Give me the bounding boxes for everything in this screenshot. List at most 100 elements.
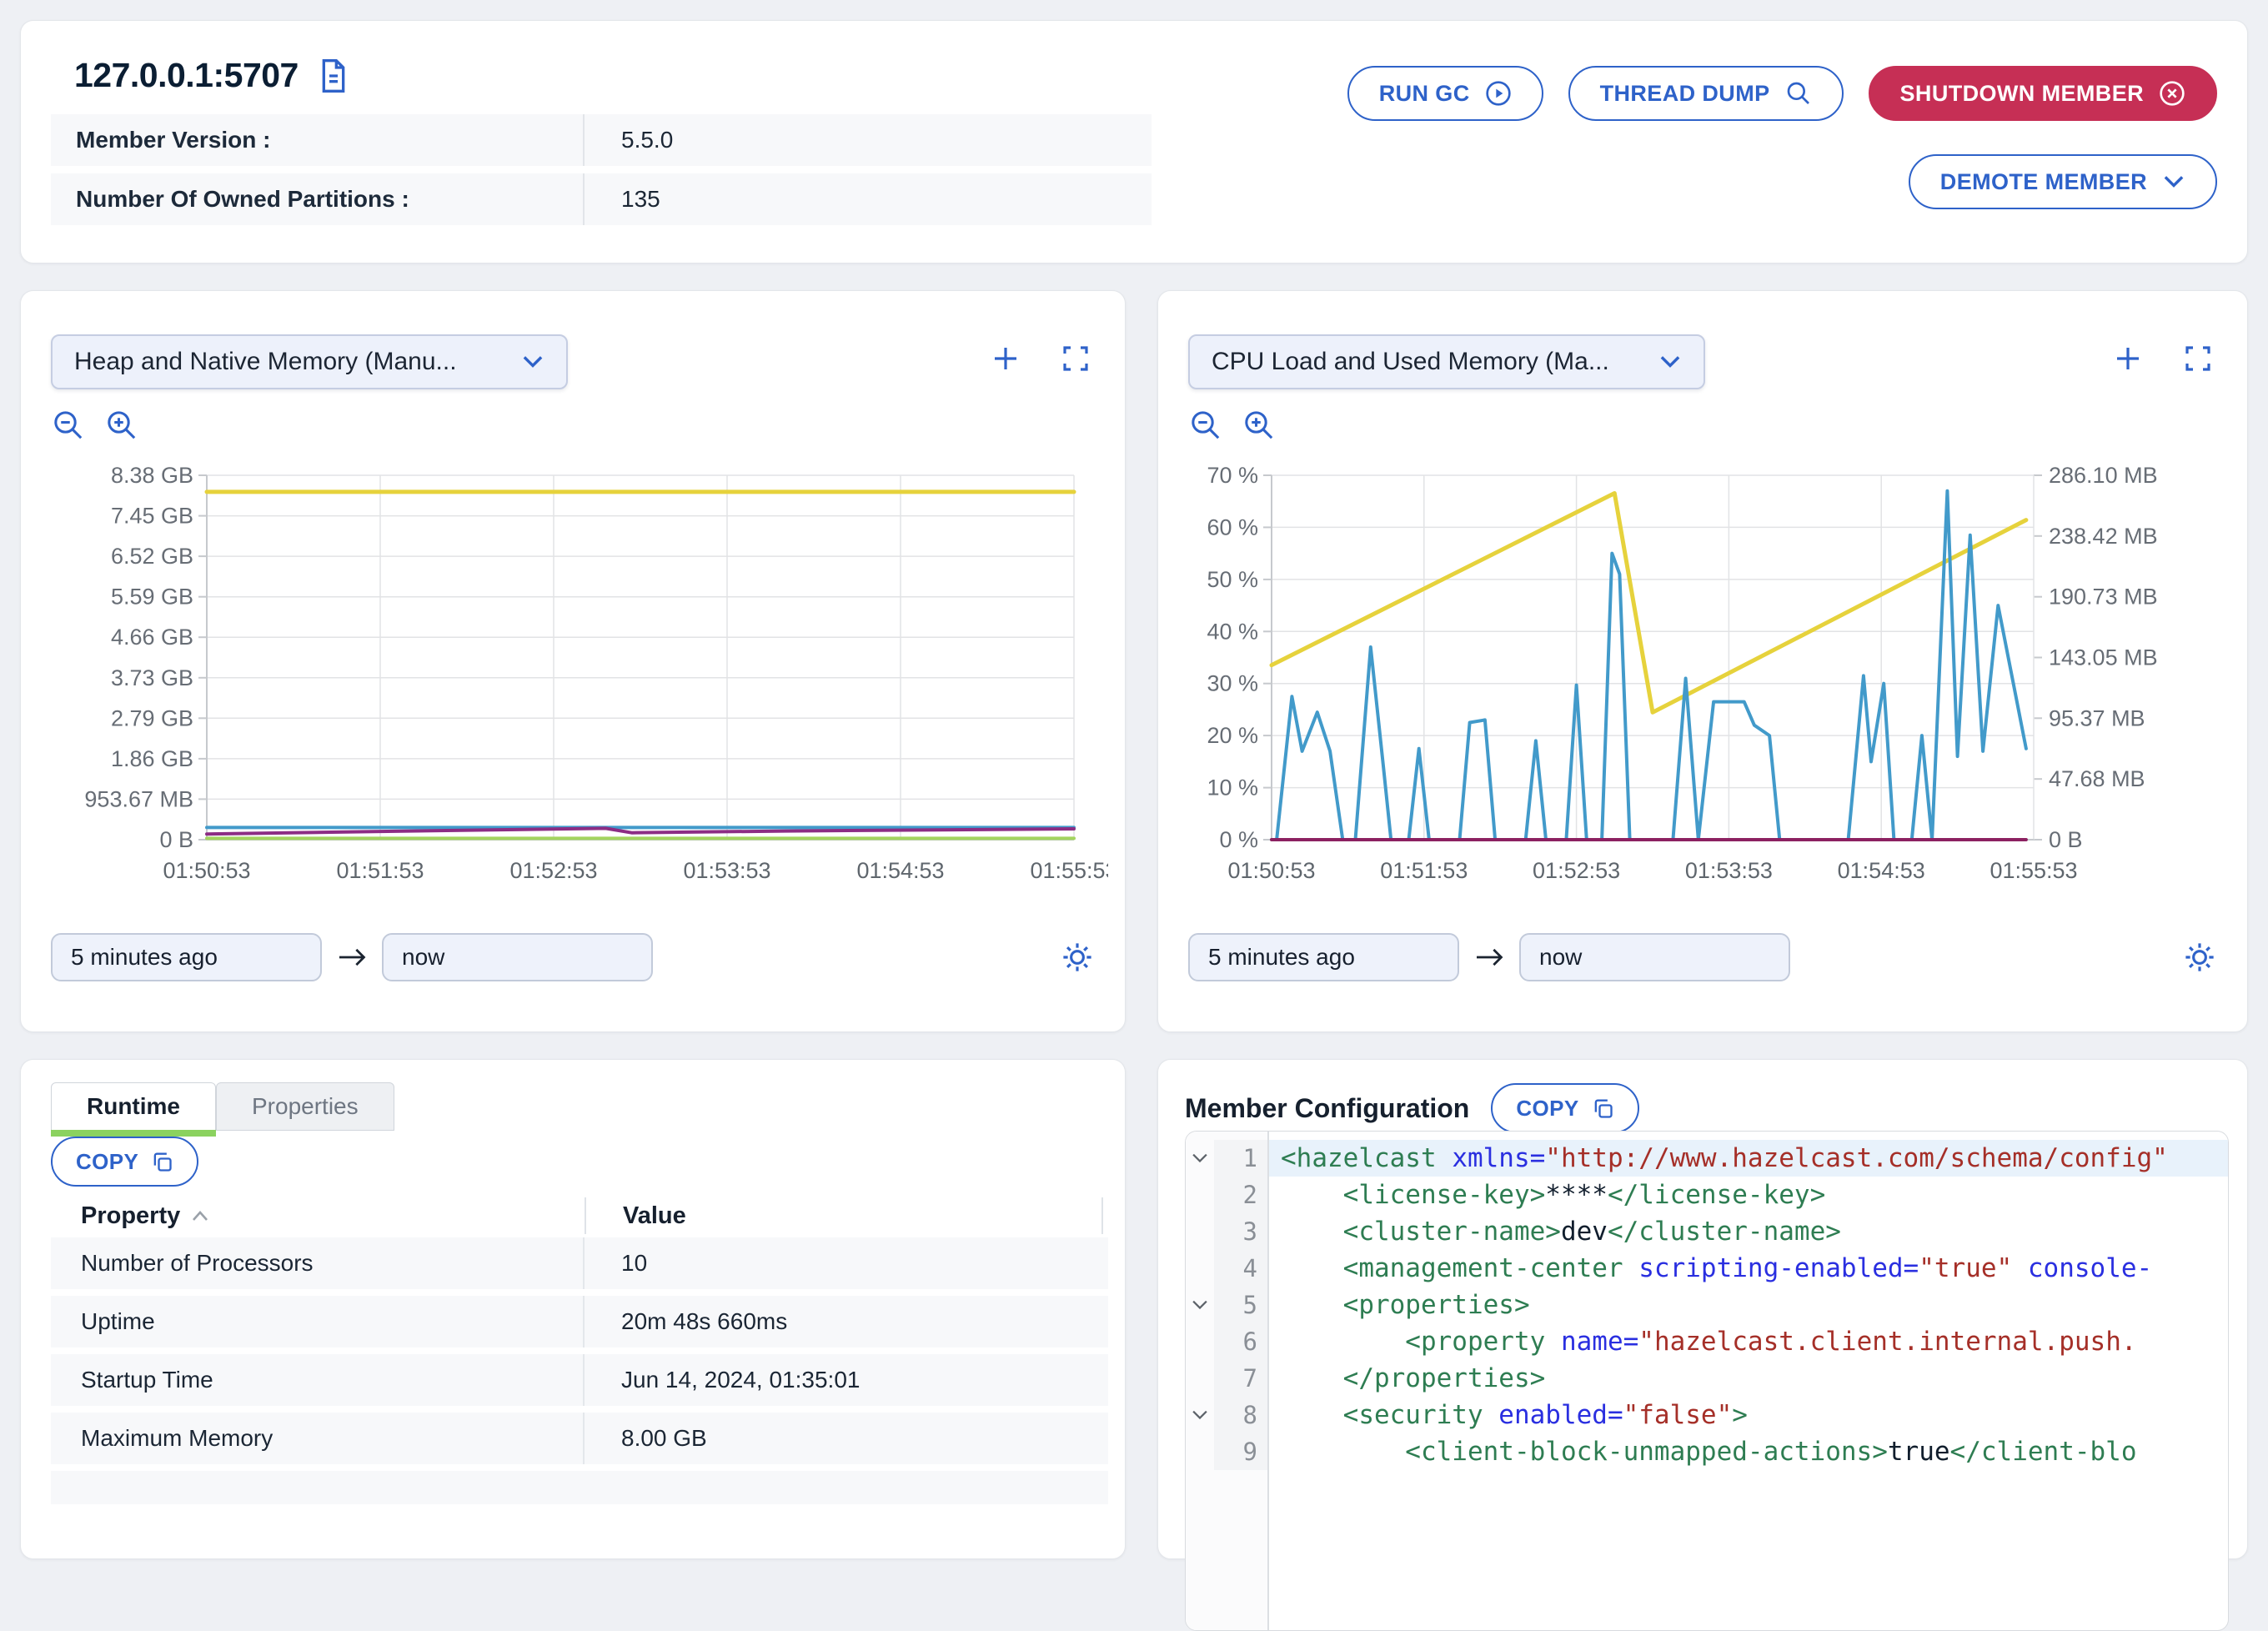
gutter-row: 8 bbox=[1186, 1397, 1267, 1433]
y-axis-right-tick-label: 190.73 MB bbox=[2049, 585, 2158, 610]
info-value: 135 bbox=[585, 173, 1152, 225]
chevron-down-icon bbox=[2162, 174, 2185, 189]
fullscreen-icon[interactable] bbox=[1060, 343, 1091, 374]
member-info-row: Member Version :5.5.0 bbox=[51, 114, 1152, 166]
y-axis-tick-label: 953.67 MB bbox=[84, 786, 193, 811]
y-axis-tick-label: 1.86 GB bbox=[111, 746, 193, 771]
code-token: "hazelcast.client.internal.push. bbox=[1638, 1327, 2136, 1357]
y-axis-tick-label: 60 % bbox=[1207, 514, 1258, 539]
fullscreen-icon[interactable] bbox=[2182, 343, 2214, 374]
x-axis-tick-label: 01:50:53 bbox=[1227, 858, 1315, 883]
value-header-label: Value bbox=[623, 1202, 686, 1229]
x-circle-icon bbox=[2159, 80, 2185, 107]
code-fold-icon[interactable] bbox=[1186, 1299, 1214, 1311]
code-token: true bbox=[1888, 1437, 1950, 1467]
member-configuration-card: Member Configuration COPY 123456789 <haz… bbox=[1157, 1059, 2248, 1559]
code-line: <hazelcast xmlns="http://www.hazelcast.c… bbox=[1269, 1140, 2228, 1177]
zoom-out-icon[interactable] bbox=[1188, 408, 1223, 443]
add-chart-icon[interactable] bbox=[2112, 343, 2144, 374]
x-axis-tick-label: 01:53:53 bbox=[683, 858, 770, 883]
code-token: <security bbox=[1281, 1400, 1498, 1430]
y-axis-tick-label: 8.38 GB bbox=[111, 463, 193, 488]
copy-config-button[interactable]: COPY bbox=[1491, 1083, 1638, 1133]
gear-icon[interactable] bbox=[2182, 940, 2217, 975]
x-axis-tick-label: 01:52:53 bbox=[509, 858, 597, 883]
thread-dump-button[interactable]: THREAD DUMP bbox=[1568, 66, 1844, 121]
y-axis-right-tick-label: 95.37 MB bbox=[2049, 705, 2145, 730]
member-secondary-actions: DEMOTE MEMBER bbox=[1909, 154, 2217, 209]
property-cell: Uptime bbox=[51, 1296, 585, 1347]
code-token: "false" bbox=[1623, 1400, 1733, 1430]
page-title: 127.0.0.1:5707 bbox=[74, 56, 299, 95]
x-axis-tick-label: 01:55:53 bbox=[1030, 858, 1108, 883]
heap-memory-chart[interactable]: 0 B953.67 MB1.86 GB2.79 GB3.73 GB4.66 GB… bbox=[36, 454, 1108, 898]
zoom-in-icon[interactable] bbox=[1242, 408, 1277, 443]
add-chart-icon[interactable] bbox=[990, 343, 1021, 374]
value-cell: 10 bbox=[585, 1237, 1108, 1289]
table-row: Startup TimeJun 14, 2024, 01:35:01 bbox=[51, 1354, 1108, 1406]
copy-runtime-button[interactable]: COPY bbox=[51, 1137, 198, 1187]
value-cell: 8.00 GB bbox=[585, 1413, 1108, 1464]
info-label: Member Version : bbox=[51, 114, 585, 166]
series-used-heap-memory bbox=[207, 828, 1074, 834]
gutter-row: 3 bbox=[1186, 1213, 1267, 1250]
code-fold-icon[interactable] bbox=[1186, 1152, 1214, 1164]
code-token: > bbox=[1732, 1400, 1748, 1430]
time-to-input[interactable] bbox=[1519, 933, 1790, 981]
column-header-property[interactable]: Property bbox=[51, 1202, 585, 1230]
tab-properties[interactable]: Properties bbox=[216, 1082, 394, 1131]
zoom-in-icon[interactable] bbox=[104, 408, 139, 443]
code-gutter: 123456789 bbox=[1186, 1132, 1269, 1630]
code-token: "true" bbox=[1919, 1253, 2012, 1283]
line-number: 2 bbox=[1214, 1177, 1267, 1213]
shutdown-member-label: SHUTDOWN MEMBER bbox=[1900, 81, 2144, 107]
value-cell: Jun 14, 2024, 01:35:01 bbox=[585, 1354, 1108, 1406]
demote-member-button[interactable]: DEMOTE MEMBER bbox=[1909, 154, 2217, 209]
member-configuration-title: Member Configuration bbox=[1185, 1093, 1469, 1124]
gear-icon[interactable] bbox=[1060, 940, 1095, 975]
code-token: dev bbox=[1561, 1217, 1608, 1247]
time-from-input[interactable] bbox=[51, 933, 322, 981]
x-axis-tick-label: 01:52:53 bbox=[1533, 858, 1620, 883]
shutdown-member-button[interactable]: SHUTDOWN MEMBER bbox=[1869, 66, 2217, 121]
cpu-load-chart[interactable]: 0 %10 %20 %30 %40 %50 %60 %70 %0 B47.68 … bbox=[1173, 454, 2234, 898]
column-header-value[interactable]: Value bbox=[586, 1202, 1101, 1230]
y-axis-tick-label: 70 % bbox=[1207, 463, 1258, 488]
y-axis-tick-label: 30 % bbox=[1207, 671, 1258, 696]
run-gc-button[interactable]: RUN GC bbox=[1347, 66, 1543, 121]
chevron-down-icon bbox=[1658, 354, 1682, 369]
tab-runtime[interactable]: Runtime bbox=[51, 1082, 216, 1131]
code-fold-icon[interactable] bbox=[1186, 1409, 1214, 1421]
x-axis-tick-label: 01:54:53 bbox=[856, 858, 944, 883]
left-chart-metric-select[interactable]: Heap and Native Memory (Manu... bbox=[51, 334, 568, 389]
gutter-row: 2 bbox=[1186, 1177, 1267, 1213]
code-area[interactable]: <hazelcast xmlns="http://www.hazelcast.c… bbox=[1269, 1132, 2228, 1630]
gutter-row: 4 bbox=[1186, 1250, 1267, 1287]
time-from-input[interactable] bbox=[1188, 933, 1459, 981]
x-axis-tick-label: 01:54:53 bbox=[1838, 858, 1925, 883]
sort-asc-icon bbox=[190, 1209, 210, 1222]
line-number: 3 bbox=[1214, 1213, 1267, 1250]
time-to-input[interactable] bbox=[382, 933, 653, 981]
gutter-row: 5 bbox=[1186, 1287, 1267, 1323]
code-token: "http://www.hazelcast.com/schema/config" bbox=[1545, 1143, 2168, 1173]
document-icon[interactable] bbox=[317, 58, 350, 94]
x-axis-tick-label: 01:51:53 bbox=[1380, 858, 1468, 883]
right-chart-metric-select[interactable]: CPU Load and Used Memory (Ma... bbox=[1188, 334, 1705, 389]
member-detail-card: 127.0.0.1:5707 RUN GC THREAD DUMP SHUTDO… bbox=[20, 20, 2248, 263]
zoom-out-icon[interactable] bbox=[51, 408, 86, 443]
gutter-row: 9 bbox=[1186, 1433, 1267, 1470]
line-number: 9 bbox=[1214, 1433, 1267, 1470]
code-token: <properties> bbox=[1281, 1290, 1530, 1320]
line-number: 1 bbox=[1214, 1140, 1267, 1177]
code-line: <client-block-unmapped-actions>true</cli… bbox=[1269, 1433, 2228, 1470]
info-label: Number Of Owned Partitions : bbox=[51, 173, 585, 225]
config-code-editor[interactable]: 123456789 <hazelcast xmlns="http://www.h… bbox=[1185, 1131, 2229, 1631]
search-icon bbox=[1785, 80, 1812, 107]
y-axis-tick-label: 4.66 GB bbox=[111, 625, 193, 650]
y-axis-tick-label: 50 % bbox=[1207, 567, 1258, 592]
copy-label: COPY bbox=[76, 1149, 138, 1175]
arrow-right-icon bbox=[1474, 945, 1504, 970]
gutter-row: 1 bbox=[1186, 1140, 1267, 1177]
arrow-right-icon bbox=[337, 945, 367, 970]
